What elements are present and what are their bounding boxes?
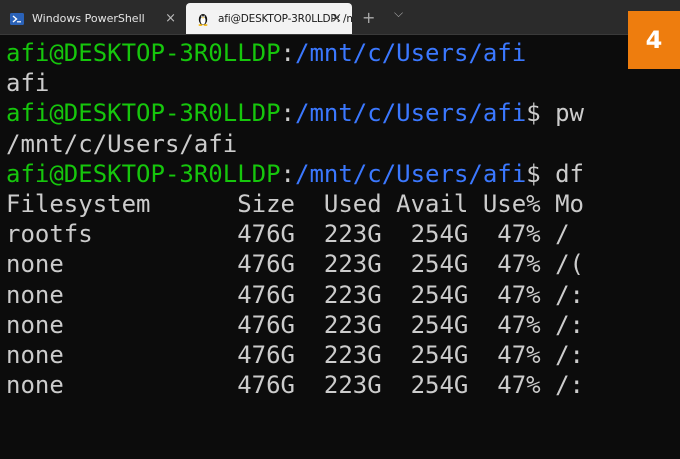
command-text: df (555, 159, 584, 188)
output-line: none 476G 223G 254G 47% /( (6, 250, 584, 279)
command-text: pw (555, 99, 584, 128)
chevron-down-icon[interactable]: ⌵ (394, 6, 403, 21)
new-tab-button[interactable]: + (362, 8, 375, 27)
tab-bar: Windows PowerShell × afi@DESKTOP-3R0LLDP… (0, 0, 680, 35)
prompt-path: /mnt/c/Users/afi (295, 159, 527, 188)
output-line: rootfs 476G 223G 254G 47% / (6, 220, 570, 249)
prompt-user: afi@DESKTOP-3R0LLDP (6, 99, 281, 128)
prompt-colon: : (280, 39, 295, 67)
prompt-colon: : (280, 159, 295, 188)
prompt-colon: : (280, 99, 295, 128)
output-line: none 476G 223G 254G 47% /: (6, 371, 584, 400)
output-line: Filesystem Size Used Avail Use% Mo (6, 189, 584, 218)
tab-windows-powershell[interactable]: Windows PowerShell × (0, 3, 186, 34)
output-line: none 476G 223G 254G 47% /: (6, 280, 584, 309)
prompt-line: afi@DESKTOP-3R0LLDP:/mnt/c/Users/afi$ df (6, 159, 584, 189)
output-line: none 476G 223G 254G 47% /: (6, 310, 584, 339)
close-icon[interactable]: × (331, 11, 342, 26)
prompt-line: afi@DESKTOP-3R0LLDP:/mnt/c/Users/afi (6, 38, 584, 68)
linux-penguin-icon (198, 13, 208, 26)
output-line: none 476G 223G 254G 47% /: (6, 340, 584, 369)
tab-title: Windows PowerShell (32, 12, 145, 25)
prompt-suffix: $ (526, 159, 556, 188)
prompt-path: /mnt/c/Users/afi (295, 39, 527, 67)
output-line: afi (6, 69, 50, 98)
prompt-user: afi@DESKTOP-3R0LLDP (6, 159, 281, 188)
powershell-icon (10, 12, 24, 25)
step-badge: 4 (628, 11, 680, 69)
prompt-suffix: $ (526, 99, 556, 128)
prompt-line: afi@DESKTOP-3R0LLDP:/mnt/c/Users/afi$ pw (6, 98, 584, 128)
prompt-path: /mnt/c/Users/afi (295, 99, 527, 128)
close-icon[interactable]: × (165, 11, 176, 26)
tab-ubuntu[interactable]: afi@DESKTOP-3R0LLDP: /mnt/c × (186, 3, 352, 34)
terminal-output[interactable]: afi@DESKTOP-3R0LLDP:/mnt/c/Users/afi afi a… (6, 38, 584, 400)
output-line: /mnt/c/Users/afi (6, 129, 238, 158)
prompt-user: afi@DESKTOP-3R0LLDP (6, 39, 281, 67)
